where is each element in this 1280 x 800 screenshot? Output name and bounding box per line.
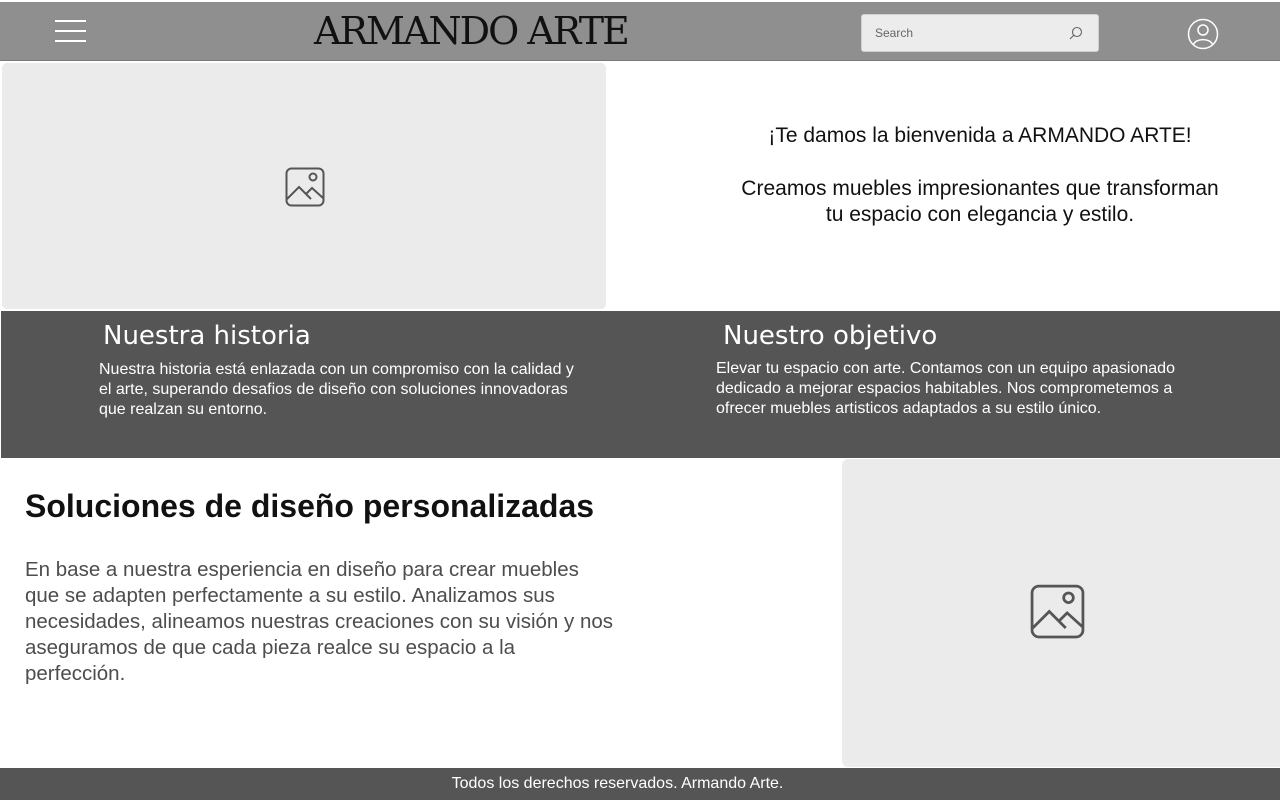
about-band: Nuestra historia Nuestra historia está e… [1,311,1280,458]
search-icon[interactable] [1069,26,1083,40]
solutions-title: Soluciones de diseño personalizadas [25,488,595,524]
hamburger-menu-icon[interactable] [55,20,86,42]
footer: Todos los derechos reservados. Armando A… [0,768,1280,800]
solutions-image-placeholder [842,459,1280,767]
welcome-title: ¡Te damos la bienvenida a ARMANDO ARTE! [768,124,1192,147]
history-text: Nuestra historia está enlazada con un co… [99,361,574,418]
objective-text: Elevar tu espacio con arte. Contamos con… [716,360,1175,417]
user-account-icon[interactable] [1187,18,1219,50]
history-title: Nuestra historia [103,321,311,351]
solutions-text: En base a nuestra esperiencia en diseño … [25,558,613,685]
search-input[interactable] [862,15,1062,51]
site-logo[interactable]: ARMANDO ARTE [314,9,634,53]
top-header: ARMANDO ARTE [0,0,1280,61]
menu-line [55,20,86,22]
footer-text: Todos los derechos reservados. Armando A… [451,775,784,792]
objective-title: Nuestro objetivo [723,321,938,351]
hero-image-placeholder [2,63,606,309]
search-box [861,14,1099,52]
image-placeholder-icon [1030,584,1085,639]
welcome-subtitle: Creamos muebles impresionantes que trans… [741,177,1219,226]
image-placeholder-icon [285,167,325,207]
menu-line [55,40,86,42]
menu-line [55,30,86,32]
